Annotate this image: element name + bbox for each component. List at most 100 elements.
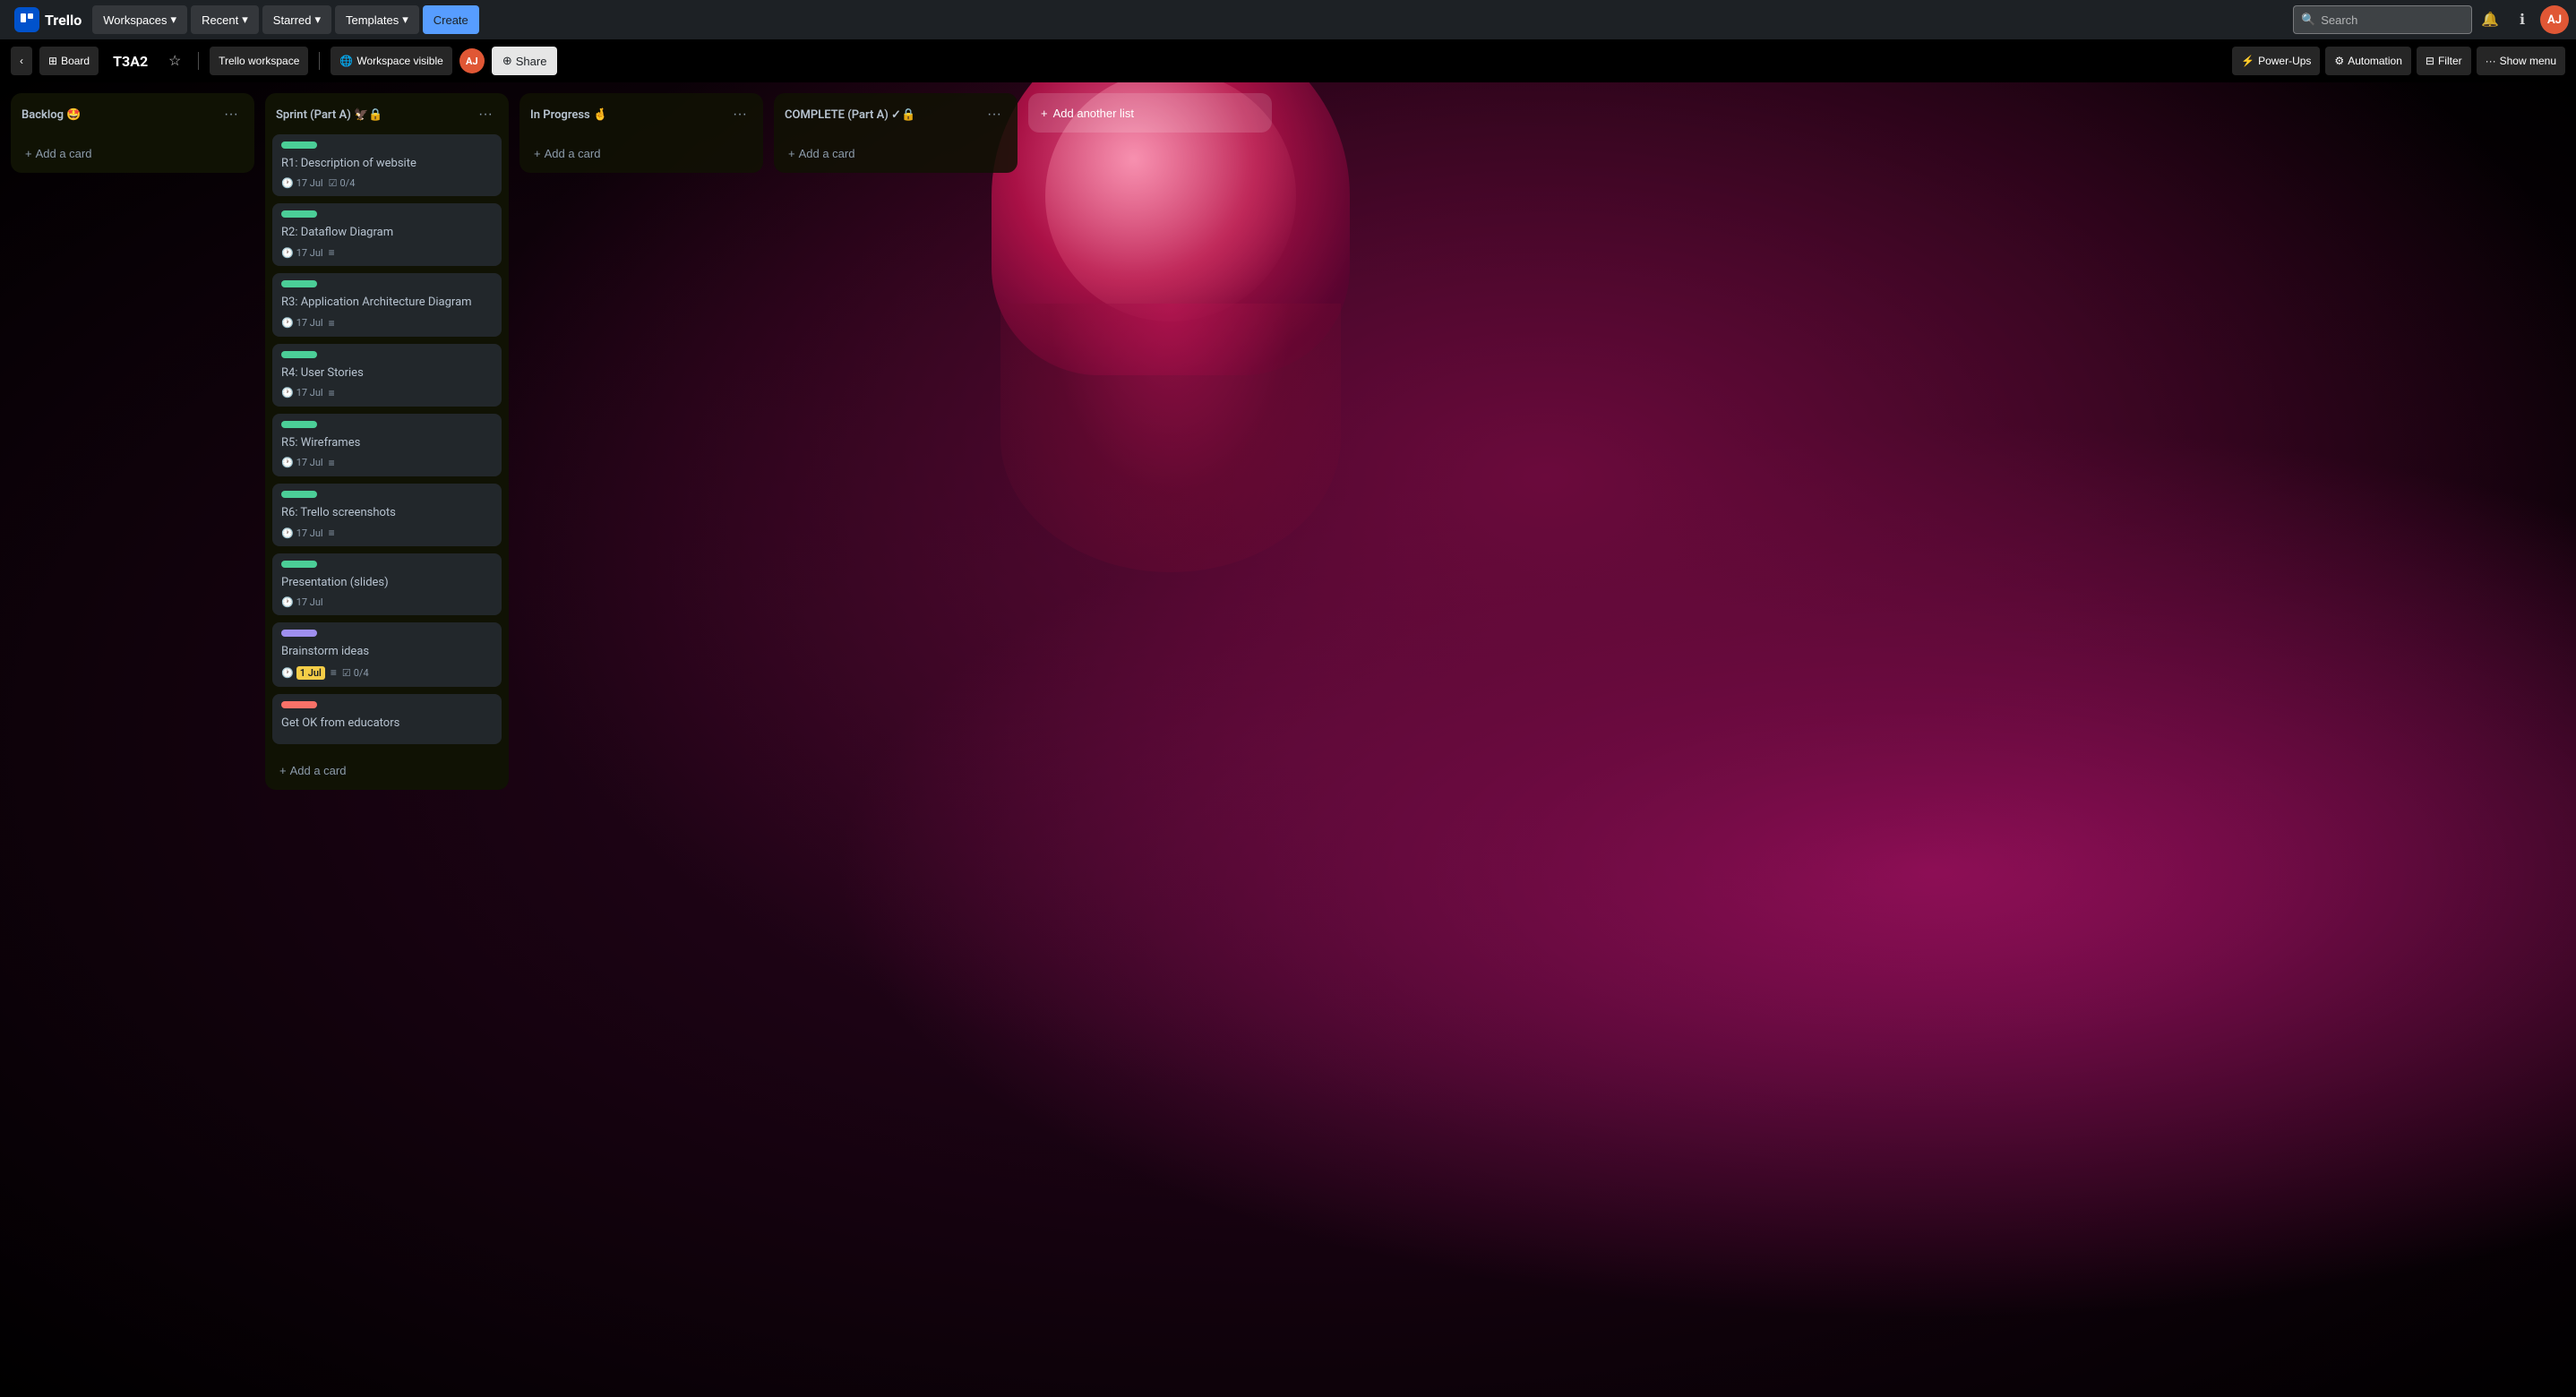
power-ups-button[interactable]: ⚡ Power-Ups <box>2232 47 2320 75</box>
share-button[interactable]: ⊕ Share <box>492 47 558 75</box>
clock-icon: 🕐 <box>281 596 294 608</box>
card-r1[interactable]: R1: Description of website 🕐 17 Jul ☑ 0/… <box>272 134 502 196</box>
recent-menu[interactable]: Recent ▾ <box>191 5 259 34</box>
clock-icon: 🕐 <box>281 317 294 329</box>
header-right-actions: ⚡ Power-Ups ⚙ Automation ⊟ Filter ··· Sh… <box>2232 47 2565 75</box>
list-menu-button[interactable]: ··· <box>219 102 244 127</box>
workspaces-menu[interactable]: Workspaces ▾ <box>92 5 187 34</box>
back-button[interactable]: ‹ <box>11 47 32 75</box>
add-card-label: Add a card <box>36 147 92 160</box>
card-r4[interactable]: R4: User Stories 🕐 17 Jul ≡ <box>272 344 502 407</box>
card-title: Brainstorm ideas <box>281 644 493 660</box>
info-button[interactable]: ℹ <box>2508 5 2537 34</box>
checklist-count: 0/4 <box>339 177 355 189</box>
board-label: Board <box>61 55 90 67</box>
search-bar[interactable]: 🔍 <box>2293 5 2472 34</box>
add-card-button[interactable]: + Add a card <box>781 141 1010 166</box>
list-menu-button[interactable]: ··· <box>982 102 1007 127</box>
date-text: 17 Jul <box>296 177 323 189</box>
chevron-down-icon: ▾ <box>402 13 408 27</box>
list-header: COMPLETE (Part A) ✓🔒 ··· <box>774 93 1018 134</box>
member-avatar[interactable]: AJ <box>459 48 485 73</box>
card-date: 🕐 1 Jul <box>281 666 325 680</box>
card-label-red <box>281 701 317 708</box>
bell-icon: 🔔 <box>2481 11 2499 29</box>
list-container: Backlog 🤩 ··· + Add a card <box>11 93 254 173</box>
add-list-button[interactable]: + Add another list <box>1028 93 1272 133</box>
avatar-initials: AJ <box>2547 13 2562 27</box>
filter-button[interactable]: ⊟ Filter <box>2417 47 2471 75</box>
templates-menu[interactable]: Templates ▾ <box>335 5 419 34</box>
add-card-button[interactable]: + Add a card <box>18 141 247 166</box>
list-container: COMPLETE (Part A) ✓🔒 ··· + Add a card <box>774 93 1018 173</box>
card-meta: 🕐 17 Jul ≡ <box>281 457 493 469</box>
automation-button[interactable]: ⚙ Automation <box>2325 47 2410 75</box>
board-title[interactable]: T3A2 <box>106 49 155 73</box>
show-menu-button[interactable]: ··· Show menu <box>2477 47 2565 75</box>
date-text: 17 Jul <box>296 457 323 468</box>
add-card-button[interactable]: + Add a card <box>527 141 756 166</box>
visibility-button[interactable]: 🌐 Workspace visible <box>331 47 451 75</box>
info-icon: ℹ <box>2520 11 2525 29</box>
card-meta: 🕐 17 Jul ≡ <box>281 387 493 399</box>
trello-logo[interactable]: Trello <box>7 4 89 36</box>
add-card-label: Add a card <box>799 147 855 160</box>
list-container: Sprint (Part A) 🦅🔒 ··· R1: Description o… <box>265 93 509 790</box>
card-r5[interactable]: R5: Wireframes 🕐 17 Jul ≡ <box>272 414 502 476</box>
card-r2[interactable]: R2: Dataflow Diagram 🕐 17 Jul ≡ <box>272 203 502 266</box>
card-date: 🕐 17 Jul <box>281 457 323 468</box>
list-in-progress: In Progress 🤞 ··· + Add a card <box>519 93 763 173</box>
share-label: Share <box>516 55 547 68</box>
templates-label: Templates <box>346 13 399 27</box>
card-meta: 🕐 17 Jul <box>281 596 493 608</box>
plus-icon: + <box>534 147 541 160</box>
card-date: 🕐 17 Jul <box>281 177 323 189</box>
checklist-icon: ☑ <box>329 177 338 189</box>
card-label-green <box>281 280 317 287</box>
trello-wordmark: Trello <box>45 12 82 29</box>
board-icon: ⊞ <box>48 55 57 67</box>
chevron-down-icon: ▾ <box>171 13 177 27</box>
trello-icon <box>14 7 39 32</box>
list-header: Backlog 🤩 ··· <box>11 93 254 134</box>
card-title: Get OK from educators <box>281 716 493 732</box>
list-menu-button[interactable]: ··· <box>727 102 752 127</box>
card-label-green <box>281 141 317 149</box>
list-title: Sprint (Part A) 🦅🔒 <box>276 108 473 122</box>
card-meta: 🕐 17 Jul ≡ <box>281 527 493 539</box>
description-icon: ≡ <box>331 666 337 679</box>
filter-icon: ⊟ <box>2426 55 2434 67</box>
notifications-button[interactable]: 🔔 <box>2476 5 2504 34</box>
card-r6[interactable]: R6: Trello screenshots 🕐 17 Jul ≡ <box>272 484 502 546</box>
visibility-label: Workspace visible <box>356 55 442 67</box>
add-card-label: Add a card <box>545 147 601 160</box>
starred-menu[interactable]: Starred ▾ <box>262 5 331 34</box>
card-title: R3: Application Architecture Diagram <box>281 295 493 311</box>
user-avatar[interactable]: AJ <box>2540 5 2569 34</box>
overdue-date: 1 Jul <box>296 666 325 680</box>
search-input[interactable] <box>2321 13 2464 27</box>
date-text: 17 Jul <box>296 527 323 539</box>
card-title: R1: Description of website <box>281 156 493 172</box>
globe-icon: 🌐 <box>339 55 353 67</box>
power-ups-icon: ⚡ <box>2241 55 2254 67</box>
list-menu-button[interactable]: ··· <box>473 102 498 127</box>
power-ups-label: Power-Ups <box>2258 55 2311 67</box>
plus-icon: + <box>788 147 795 160</box>
workspace-button[interactable]: Trello workspace <box>210 47 308 75</box>
create-button[interactable]: Create <box>423 5 479 34</box>
card-get-ok[interactable]: Get OK from educators <box>272 694 502 744</box>
card-meta: 🕐 17 Jul ☑ 0/4 <box>281 177 493 189</box>
list-title: Backlog 🤩 <box>21 108 219 122</box>
date-text: 17 Jul <box>296 317 323 329</box>
star-button[interactable]: ☆ <box>162 48 187 73</box>
card-date: 🕐 17 Jul <box>281 387 323 399</box>
card-label-green <box>281 491 317 498</box>
board-view-button[interactable]: ⊞ Board <box>39 47 99 75</box>
list-footer: + Add a card <box>519 134 763 173</box>
card-presentation[interactable]: Presentation (slides) 🕐 17 Jul <box>272 553 502 615</box>
checklist-icon: ☑ <box>342 667 351 679</box>
card-r3[interactable]: R3: Application Architecture Diagram 🕐 1… <box>272 273 502 336</box>
card-brainstorm[interactable]: Brainstorm ideas 🕐 1 Jul ≡ ☑ 0/4 <box>272 622 502 686</box>
add-card-button[interactable]: + Add a card <box>272 758 502 783</box>
